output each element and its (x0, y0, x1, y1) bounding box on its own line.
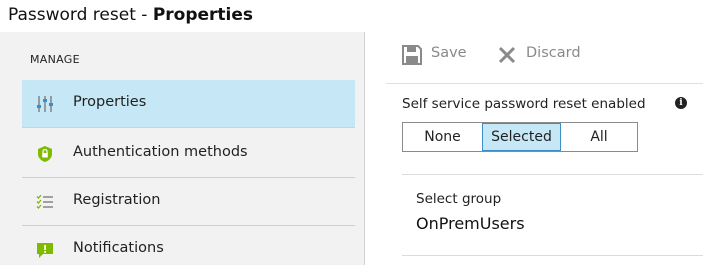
title-prefix: Password reset - (8, 5, 153, 25)
shield-icon (38, 146, 52, 162)
discard-x-icon (498, 46, 516, 64)
sidebar-item-label: Notifications (73, 240, 164, 256)
panel-divider (364, 32, 365, 265)
title-main: Properties (152, 5, 254, 25)
save-label: Save (431, 45, 467, 61)
page-title: Password reset - Properties (8, 5, 253, 25)
selected-group-value: OnPremUsers (416, 214, 525, 233)
option-all-button[interactable]: All (561, 123, 637, 151)
notification-speech-icon (37, 243, 53, 258)
sidebar: MANAGE Properties Authentication methods (0, 32, 364, 265)
save-disk-icon (402, 45, 422, 65)
save-button[interactable]: Save (402, 44, 470, 68)
info-icon[interactable]: i (675, 97, 687, 109)
checklist-icon (36, 194, 53, 209)
sidebar-item-registration[interactable]: Registration (22, 178, 355, 226)
toolbar-separator (386, 83, 703, 84)
sidebar-item-properties[interactable]: Properties (22, 80, 355, 128)
sidebar-item-label: Authentication methods (73, 144, 248, 160)
sidebar-item-authentication-methods[interactable]: Authentication methods (22, 130, 355, 178)
sidebar-item-label: Properties (73, 94, 147, 110)
sspr-enabled-label: Self service password reset enabled (402, 96, 646, 112)
properties-sliders-icon (37, 96, 53, 112)
section-header-manage: MANAGE (30, 53, 80, 66)
option-none-button[interactable]: None (403, 123, 482, 151)
sidebar-item-notifications[interactable]: Notifications (22, 226, 355, 274)
sspr-option-selector: None Selected All (402, 122, 638, 152)
select-group-label: Select group (416, 191, 502, 207)
option-selected-button[interactable]: Selected (482, 123, 561, 151)
title-bar: Password reset - Properties (0, 0, 703, 32)
discard-label: Discard (526, 45, 581, 61)
sidebar-item-label: Registration (73, 192, 161, 208)
discard-button[interactable]: Discard (497, 44, 587, 68)
select-group-field[interactable]: Select group OnPremUsers (402, 174, 703, 256)
